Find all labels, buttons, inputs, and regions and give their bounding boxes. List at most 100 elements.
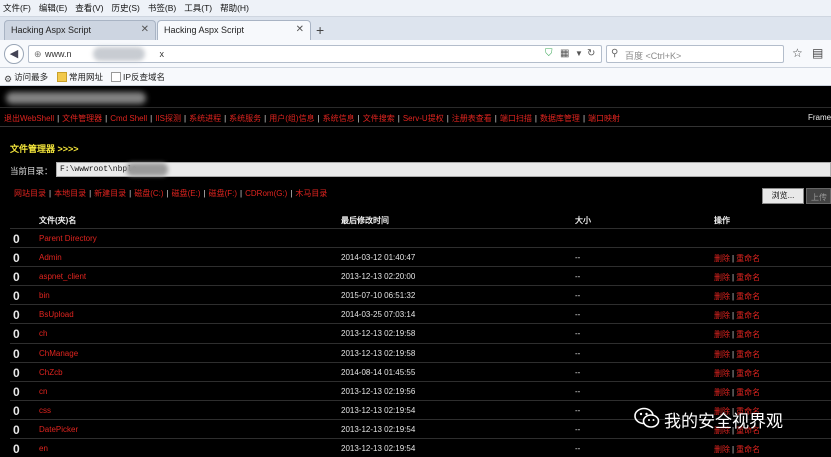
menu-item[interactable]: 历史(S): [112, 2, 140, 14]
nav-link[interactable]: 端口扫描: [500, 114, 532, 123]
directory-link[interactable]: 磁盘(C:): [134, 189, 163, 198]
separator: |: [397, 114, 400, 123]
bookmark-ip-lookup[interactable]: IP反查域名: [111, 71, 165, 83]
nav-link[interactable]: 注册表查看: [452, 114, 492, 123]
rename-link[interactable]: 重命名: [736, 369, 760, 378]
nav-link[interactable]: 数据库管理: [540, 114, 580, 123]
search-icon: ⚲: [611, 48, 619, 59]
menu-item[interactable]: 查看(V): [75, 2, 103, 14]
rename-link[interactable]: 重命名: [736, 388, 760, 397]
search-bar[interactable]: ⚲ 百度 <Ctrl+K>: [606, 45, 784, 63]
separator: |: [224, 114, 227, 123]
frame-label[interactable]: Frame: [808, 113, 831, 122]
folder-icon: 0: [13, 384, 20, 399]
column-name: 文件(夹)名: [39, 216, 77, 225]
tab-close-icon[interactable]: ✕: [296, 24, 304, 35]
modified-time: 2014-08-14 01:45:55: [341, 367, 416, 377]
nav-link[interactable]: 系统服务: [229, 114, 261, 123]
menu-item[interactable]: 工具(T): [184, 2, 212, 14]
file-name-link[interactable]: cn: [39, 387, 47, 396]
menu-item[interactable]: 书签(B): [148, 2, 176, 14]
upload-button[interactable]: 上传: [806, 188, 831, 204]
delete-link[interactable]: 删除: [714, 330, 730, 339]
page-icon: [111, 72, 121, 82]
file-name-link[interactable]: ch: [39, 329, 47, 338]
delete-link[interactable]: 删除: [714, 273, 730, 282]
file-name-link[interactable]: ChManage: [39, 349, 78, 358]
tab-1[interactable]: Hacking Aspx Script ✕: [4, 20, 156, 40]
file-name-link[interactable]: aspnet_client: [39, 272, 86, 281]
folder-icon: 0: [13, 422, 20, 437]
file-name-link[interactable]: Parent Directory: [39, 234, 97, 243]
back-arrow-icon[interactable]: ◀: [4, 44, 24, 64]
nav-link[interactable]: Serv-U提权: [403, 114, 444, 123]
star-icon[interactable]: ☆: [792, 46, 803, 60]
rename-link[interactable]: 重命名: [736, 311, 760, 320]
separator: |: [105, 114, 108, 123]
file-size: --: [575, 272, 581, 282]
file-name-link[interactable]: en: [39, 444, 48, 453]
current-dir-field[interactable]: F:\wwwroot\nbpla: [56, 162, 831, 177]
separator: |: [732, 387, 735, 397]
directory-link[interactable]: 新建目录: [94, 189, 126, 198]
file-name-link[interactable]: Admin: [39, 253, 62, 262]
delete-link[interactable]: 删除: [714, 445, 730, 454]
row-actions: 删除 | 重命名: [714, 291, 760, 302]
directory-link[interactable]: CDRom(G:): [245, 189, 287, 198]
nav-link[interactable]: IIS探测: [155, 114, 181, 123]
folder-icon: 0: [13, 289, 20, 304]
nav-link[interactable]: 文件搜索: [363, 114, 395, 123]
folder-icon: 0: [13, 327, 20, 342]
new-tab-button[interactable]: +: [316, 22, 324, 38]
separator: |: [732, 349, 735, 359]
rename-link[interactable]: 重命名: [736, 292, 760, 301]
file-name-link[interactable]: ChZcb: [39, 368, 63, 377]
directory-link[interactable]: 木马目录: [295, 189, 327, 198]
url-bar[interactable]: ⊕ www.n x ⛉ ▦ ▼ ↻: [28, 45, 602, 63]
nav-link[interactable]: 系统进程: [189, 114, 221, 123]
delete-link[interactable]: 删除: [714, 369, 730, 378]
file-size: --: [575, 424, 581, 434]
modified-time: 2015-07-10 06:51:32: [341, 291, 416, 301]
nav-link[interactable]: 系统信息: [323, 114, 355, 123]
delete-link[interactable]: 删除: [714, 388, 730, 397]
rename-link[interactable]: 重命名: [736, 330, 760, 339]
rename-link[interactable]: 重命名: [736, 350, 760, 359]
modified-time: 2013-12-13 02:19:56: [341, 386, 416, 396]
reload-icon[interactable]: ↻: [587, 48, 595, 59]
delete-link[interactable]: 删除: [714, 311, 730, 320]
menu-item[interactable]: 编辑(E): [39, 2, 67, 14]
rename-link[interactable]: 重命名: [736, 273, 760, 282]
qr-code-icon[interactable]: ▦: [560, 48, 569, 59]
rename-link[interactable]: 重命名: [736, 445, 760, 454]
file-name-link[interactable]: css: [39, 406, 51, 415]
nav-link[interactable]: 用户(组)信息: [269, 114, 314, 123]
bookmark-most-visited[interactable]: ⚙ 访问最多: [4, 71, 48, 84]
shell-nav-links: 退出WebShell | 文件管理器 | Cmd Shell | IIS探测 | 系统进程 | 系统…: [4, 113, 620, 124]
rename-link[interactable]: 重命名: [736, 254, 760, 263]
file-name-link[interactable]: DatePicker: [39, 425, 78, 434]
nav-link[interactable]: 文件管理器: [62, 114, 102, 123]
directory-link[interactable]: 网站目录: [14, 189, 46, 198]
shield-icon[interactable]: ⛉: [545, 48, 553, 59]
reading-list-icon[interactable]: ▤: [812, 46, 823, 60]
nav-link[interactable]: 退出WebShell: [4, 114, 54, 123]
directory-link[interactable]: 磁盘(E:): [172, 189, 201, 198]
directory-link[interactable]: 磁盘(F:): [209, 189, 237, 198]
nav-link[interactable]: 端口映射: [588, 114, 620, 123]
file-name-link[interactable]: bin: [39, 291, 50, 300]
delete-link[interactable]: 删除: [714, 350, 730, 359]
menu-item[interactable]: 文件(F): [3, 2, 31, 14]
separator: |: [494, 114, 497, 123]
dropdown-icon[interactable]: ▼: [575, 49, 583, 58]
tab-2[interactable]: Hacking Aspx Script ✕: [157, 20, 311, 40]
nav-link[interactable]: Cmd Shell: [110, 114, 147, 123]
tab-close-icon[interactable]: ✕: [141, 24, 149, 35]
file-name-link[interactable]: BsUpload: [39, 310, 74, 319]
bookmark-common-sites[interactable]: 常用网址: [57, 71, 103, 83]
directory-link[interactable]: 本地目录: [54, 189, 86, 198]
delete-link[interactable]: 删除: [714, 292, 730, 301]
delete-link[interactable]: 删除: [714, 254, 730, 263]
menu-item[interactable]: 帮助(H): [220, 2, 249, 14]
browse-button[interactable]: 浏览...: [762, 188, 804, 204]
